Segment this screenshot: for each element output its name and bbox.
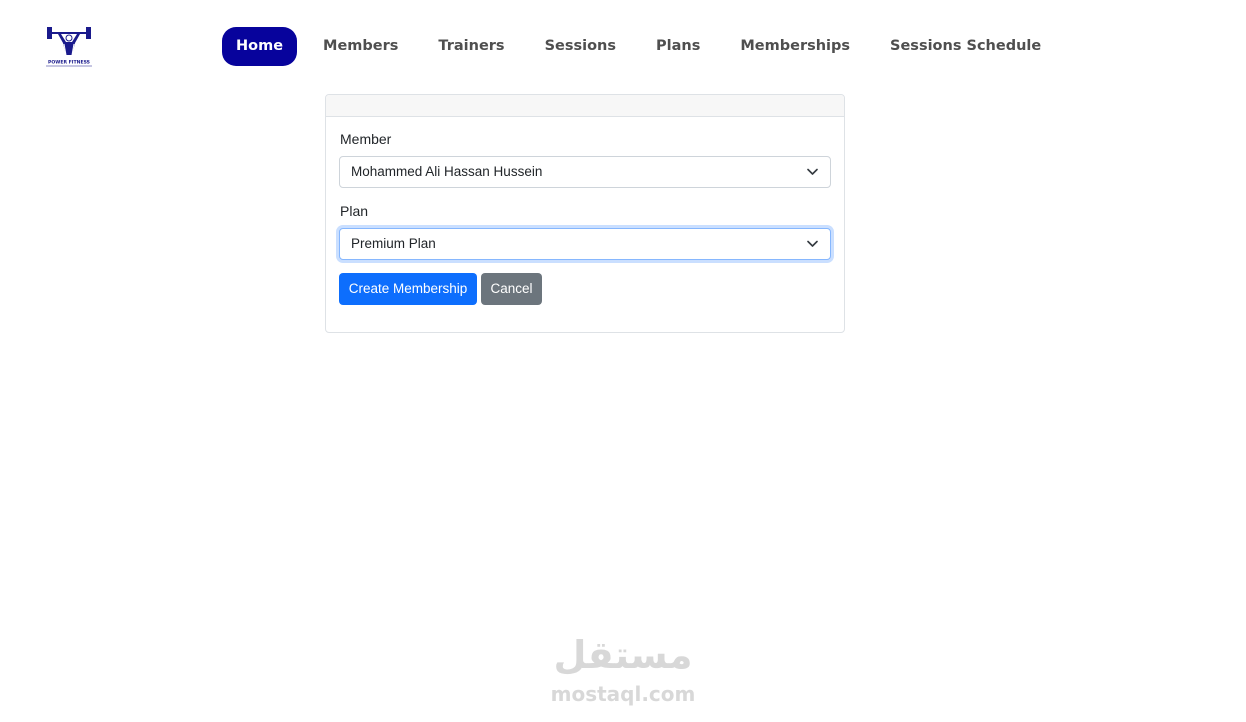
membership-form-card: Member Mohammed Ali Hassan Hussein Plan … [325, 94, 845, 333]
nav-sessions[interactable]: Sessions [531, 27, 630, 66]
nav-sessions-schedule[interactable]: Sessions Schedule [876, 27, 1055, 66]
logo-text: POWER FITNESS [48, 60, 90, 66]
create-membership-button[interactable]: Create Membership [339, 273, 477, 305]
nav-memberships[interactable]: Memberships [726, 27, 864, 66]
brand-logo[interactable]: POWER FITNESS [44, 21, 94, 71]
main-nav: Home Members Trainers Sessions Plans Mem… [222, 27, 1067, 66]
watermark-arabic: مستقل [553, 633, 693, 677]
watermark-latin: mostaql.com [550, 682, 696, 706]
member-select[interactable]: Mohammed Ali Hassan Hussein [339, 156, 831, 188]
member-label: Member [340, 131, 392, 147]
cancel-button[interactable]: Cancel [481, 273, 542, 305]
plan-label: Plan [340, 203, 369, 219]
weightlifter-logo-icon: POWER FITNESS [45, 27, 93, 67]
nav-members[interactable]: Members [309, 27, 412, 66]
card-header [326, 95, 844, 117]
nav-home[interactable]: Home [222, 27, 298, 66]
nav-plans[interactable]: Plans [642, 27, 714, 66]
member-select-value: Mohammed Ali Hassan Hussein [351, 164, 543, 179]
chevron-down-icon [807, 168, 818, 175]
plan-select[interactable]: Premium Plan [339, 228, 831, 260]
chevron-down-icon [807, 240, 818, 247]
plan-select-value: Premium Plan [351, 236, 436, 251]
watermark: مستقل mostaql.com [545, 633, 701, 711]
nav-trainers[interactable]: Trainers [424, 27, 518, 66]
